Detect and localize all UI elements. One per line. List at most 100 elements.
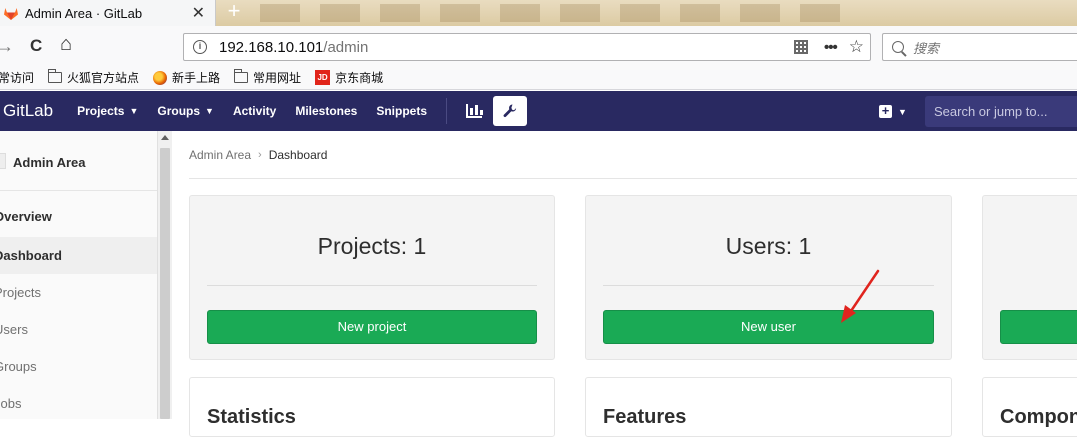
sidebar-item-groups[interactable]: Groups (0, 348, 157, 385)
nav-divider (446, 98, 448, 124)
projects-card: Projects: 1 New project (189, 195, 555, 360)
bookmark-label: 新手上路 (172, 71, 221, 85)
admin-area-button[interactable] (493, 96, 528, 126)
nav-snippets[interactable]: Snippets (376, 104, 427, 118)
nav-label: Activity (232, 104, 277, 118)
breadcrumb: Admin Area › Dashboard (189, 148, 327, 162)
statistics-card: Statistics (189, 377, 555, 437)
chevron-down-icon: ▼ (129, 106, 139, 116)
divider (189, 178, 1077, 179)
wrench-icon (503, 104, 517, 118)
users-card: Users: 1 New user (585, 195, 952, 360)
bookmark-common-sites[interactable]: 常用网址 (234, 69, 301, 86)
tab-title: Admin Area · GitLab (25, 5, 143, 21)
bookmark-label: 常访问 (0, 71, 35, 85)
nav-projects[interactable]: Projects ▼ (77, 104, 138, 118)
gitlab-top-nav: Projects ▼ Groups ▼ Activity Milestones Sn… (77, 96, 528, 126)
admin-sidebar: Admin Area Overview Dashboard Projects U… (0, 131, 172, 419)
browser-tab[interactable]: Admin Area · GitLab ✕ (0, 0, 216, 26)
site-info-icon[interactable]: i (193, 40, 207, 54)
new-user-button[interactable]: New user (603, 310, 934, 344)
components-heading: Components (1000, 406, 1077, 428)
chart-icon (466, 104, 484, 118)
chevron-down-icon: ▼ (898, 106, 907, 117)
browser-tab-bar: Admin Area · GitLab ✕ + (0, 0, 1077, 26)
breadcrumb-parent[interactable]: Admin Area (189, 148, 251, 162)
sidebar-item-projects[interactable]: Projects (0, 274, 157, 311)
statistics-heading: Statistics (207, 406, 296, 428)
new-dropdown-button[interactable]: + ▼ (879, 104, 907, 118)
scroll-up-icon[interactable] (161, 135, 169, 140)
bookmarks-toolbar: 常访问 火狐官方站点 新手上路 常用网址 JD 京东商城 (0, 66, 1077, 90)
sidebar-item-dashboard[interactable]: Dashboard (0, 237, 157, 274)
sidebar-header[interactable]: Admin Area (0, 131, 157, 191)
users-count: Users: 1 (725, 233, 812, 259)
nav-label: Milestones (295, 104, 358, 118)
admin-avatar (0, 153, 6, 169)
tab-close-icon[interactable]: ✕ (192, 3, 205, 23)
nav-milestones[interactable]: Milestones (295, 104, 357, 118)
bookmark-most-visited[interactable]: 常访问 (0, 69, 34, 86)
browser-search-box[interactable]: 搜索 (882, 33, 1077, 61)
sidebar-item-label: Projects (0, 285, 41, 300)
search-icon (892, 41, 904, 53)
nav-label: Snippets (376, 104, 428, 118)
qr-code-icon[interactable] (793, 40, 808, 54)
reload-icon[interactable]: C (30, 36, 42, 56)
analytics-button[interactable] (459, 96, 489, 126)
bookmark-label: 常用网址 (253, 71, 302, 85)
sidebar-item-overview[interactable]: Overview (0, 198, 157, 235)
gitlab-logo[interactable]: GitLab (3, 101, 53, 121)
url-bar[interactable]: i 192.168.10.101/admin ••• ☆ (183, 33, 871, 61)
nav-label: Groups (157, 104, 201, 118)
scrollbar-thumb[interactable] (160, 148, 170, 419)
breadcrumb-separator: › (258, 149, 262, 161)
browser-search-placeholder: 搜索 (913, 40, 940, 56)
components-card: Components (982, 377, 1077, 437)
folder-icon (48, 69, 63, 83)
chevron-down-icon: ▼ (205, 106, 214, 116)
features-card: Features (585, 377, 952, 437)
breadcrumb-current: Dashboard (268, 148, 328, 162)
nav-groups[interactable]: Groups ▼ (157, 104, 214, 118)
background-blur (260, 4, 860, 22)
sidebar-item-label: Jobs (0, 396, 22, 411)
gitlab-header: GitLab Projects ▼ Groups ▼ Activity Milest… (0, 91, 1077, 131)
sidebar-scrollbar[interactable] (157, 131, 172, 419)
bookmark-getting-started[interactable]: 新手上路 (153, 69, 220, 86)
url-host: 192.168.10.101 (219, 38, 324, 56)
sidebar-item-users[interactable]: Users (0, 311, 157, 348)
jd-icon: JD (315, 70, 331, 85)
groups-card (982, 195, 1077, 360)
sidebar-title: Admin Area (13, 155, 86, 170)
url-text[interactable]: 192.168.10.101/admin (219, 39, 794, 56)
projects-count: Projects: 1 (317, 233, 427, 259)
bookmark-firefox-site[interactable]: 火狐官方站点 (48, 69, 139, 86)
bookmark-star-icon[interactable]: ☆ (849, 37, 864, 57)
home-icon[interactable]: ⌂ (60, 33, 72, 56)
new-group-button[interactable] (1000, 310, 1077, 344)
card-divider (207, 285, 537, 286)
bookmark-label: 火狐官方站点 (67, 71, 140, 85)
sidebar-item-label: Overview (0, 209, 52, 224)
sidebar-item-label: Users (0, 322, 28, 337)
features-heading: Features (603, 406, 687, 428)
sidebar-item-jobs[interactable]: Jobs (0, 385, 157, 422)
new-project-button[interactable]: New project (207, 310, 537, 344)
new-tab-icon[interactable]: + (222, 0, 246, 24)
nav-label: Projects (77, 104, 125, 118)
plus-square-icon: + (879, 104, 892, 118)
url-path: /admin (323, 38, 369, 56)
bookmark-jd[interactable]: JD 京东商城 (315, 69, 383, 86)
forward-icon[interactable]: → (0, 36, 14, 57)
sidebar-item-label: Groups (0, 359, 37, 374)
card-divider (603, 285, 934, 286)
folder-icon (234, 69, 249, 83)
bookmark-label: 京东商城 (335, 71, 384, 85)
page-actions-icon[interactable]: ••• (824, 39, 838, 56)
firefox-icon (153, 70, 168, 85)
gitlab-search-input[interactable]: Search or jump to... (925, 96, 1077, 127)
sidebar-item-label: Dashboard (0, 248, 62, 263)
gitlab-favicon-icon (4, 8, 18, 20)
nav-activity[interactable]: Activity (233, 104, 276, 118)
